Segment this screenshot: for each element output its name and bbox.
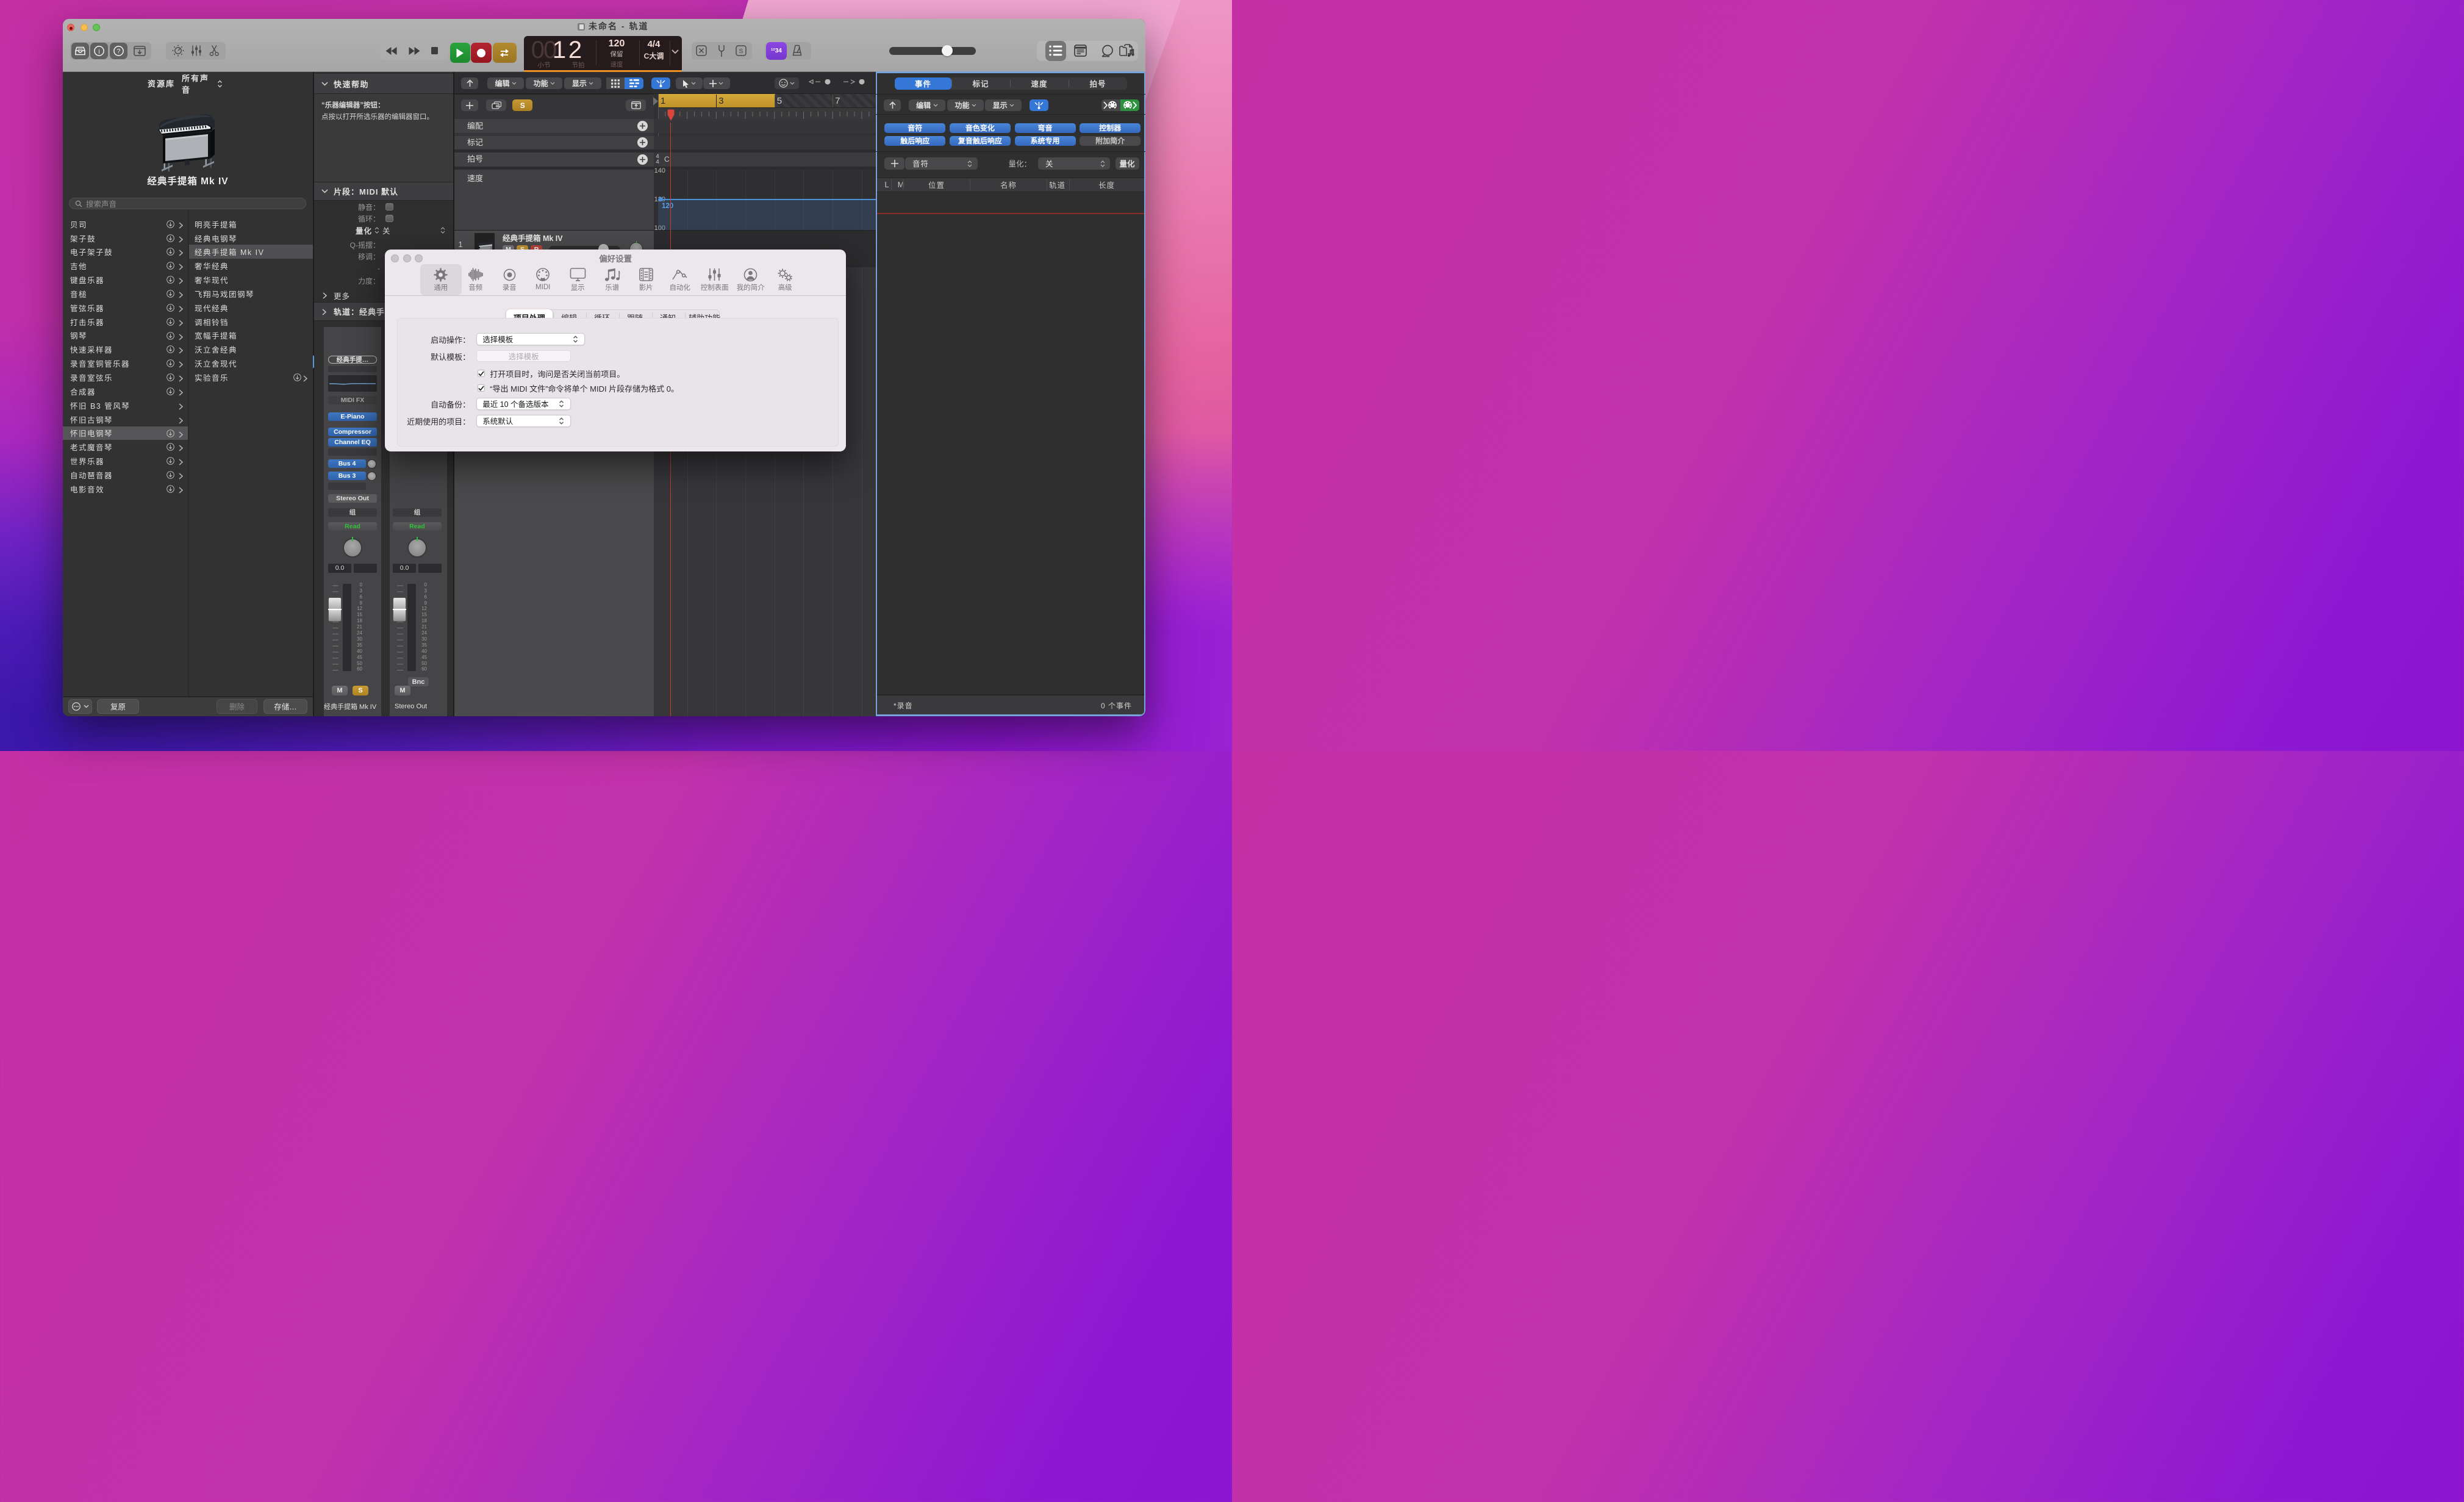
- svg-text:S: S: [739, 48, 743, 55]
- svg-text:i: i: [98, 48, 100, 55]
- svg-text:?: ?: [117, 48, 121, 55]
